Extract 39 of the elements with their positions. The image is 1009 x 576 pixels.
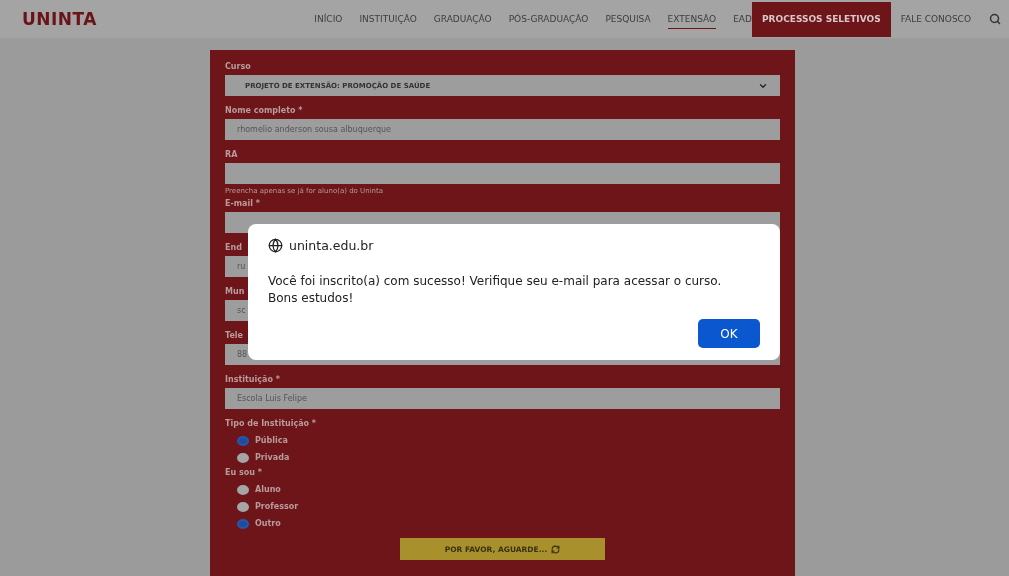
globe-icon <box>268 238 283 253</box>
radio-label: Pública <box>255 436 288 445</box>
nav-link[interactable]: INSTITUIÇÃO <box>359 9 417 29</box>
dialog-message: Você foi inscrito(a) com sucesso! Verifique seu e-mail para acessar o curso. Bons estudos! <box>268 273 723 307</box>
field-label: Tipo de Instituição * <box>225 419 316 430</box>
nav-link[interactable]: PROCESSOS SELETIVOS <box>751 1 891 37</box>
radio-button[interactable] <box>237 452 249 463</box>
field-label: End <box>225 243 242 254</box>
field-label: Instituição * <box>225 375 280 386</box>
nav-link[interactable]: EAD <box>733 9 752 29</box>
radio-button[interactable] <box>237 501 249 512</box>
ok-button[interactable]: OK <box>698 319 760 348</box>
nav-link[interactable]: PESQUISA <box>605 9 651 29</box>
field-label: Nome completo * <box>225 106 303 117</box>
field-label: Curso <box>225 62 251 73</box>
dialog-origin: uninta.edu.br <box>289 238 374 253</box>
radio-button[interactable] <box>237 484 249 495</box>
radio-button[interactable] <box>237 518 249 529</box>
refresh-icon <box>551 544 561 554</box>
nav-link[interactable]: FALE CONOSCO <box>900 9 971 29</box>
logo[interactable]: UNINTA <box>22 9 98 29</box>
input-field[interactable]: Escola Luis Felipe <box>225 388 780 409</box>
radio-label: Aluno <box>255 485 281 494</box>
radio-label: Privada <box>255 453 290 462</box>
field-label: Mun <box>225 287 245 298</box>
nav-link[interactable]: EXTENSÃO <box>667 9 717 29</box>
search-icon[interactable] <box>989 13 1001 25</box>
radio-label: Outro <box>255 519 281 528</box>
radio-button[interactable] <box>237 435 249 446</box>
nav-link[interactable]: PÓS-GRADUAÇÃO <box>508 9 589 29</box>
field-label: E-mail * <box>225 199 260 210</box>
nav-link[interactable]: GRADUAÇÃO <box>433 9 492 29</box>
field-label: RA <box>225 150 238 161</box>
field-label: Tele <box>225 331 243 342</box>
input-field[interactable] <box>225 163 780 184</box>
radio-label: Professor <box>255 502 299 511</box>
input-field[interactable]: rhomelio anderson sousa albuquerque <box>225 119 780 140</box>
nav-link[interactable]: INÍCIO <box>314 9 343 29</box>
field-label: Eu sou * <box>225 468 262 479</box>
